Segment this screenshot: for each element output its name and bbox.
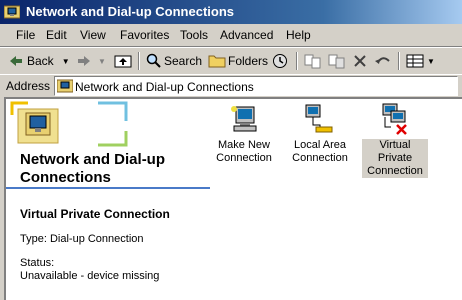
heading-divider [6, 187, 210, 189]
forward-dropdown-icon[interactable]: ▼ [98, 57, 106, 66]
menu-tools[interactable]: Tools [180, 28, 208, 42]
folder-view: Network and Dial-up Connections Virtual … [4, 97, 462, 300]
up-folder-icon [114, 55, 132, 68]
address-label: Address [6, 79, 51, 93]
menu-bar: File Edit View Favorites Tools Advanced … [0, 24, 462, 47]
forward-button[interactable]: ▼ [76, 51, 106, 71]
folder-item-local-area-connection[interactable]: Local Area Connection [288, 103, 352, 165]
menu-edit[interactable]: Edit [46, 28, 67, 42]
toolbar: Back ▼ ▼ Search Folders ▼ [0, 47, 462, 75]
folder-item-label: Virtual Private Connection [362, 139, 428, 178]
folder-heading: Network and Dial-up Connections [20, 151, 166, 186]
history-icon [273, 54, 287, 68]
address-bar: Address Network and Dial-up Connections [0, 74, 462, 97]
folder-item-virtual-private-connection[interactable]: Virtual Private Connection [362, 103, 428, 178]
title-bar[interactable]: Network and Dial-up Connections [0, 0, 462, 24]
menu-help[interactable]: Help [286, 28, 311, 42]
copy-to-icon [328, 54, 345, 69]
selected-item-name: Virtual Private Connection [20, 207, 170, 221]
undo-icon [375, 57, 390, 64]
back-button[interactable]: Back ▼ [8, 51, 70, 71]
window-title: Network and Dial-up Connections [26, 4, 235, 19]
delete-icon [354, 55, 366, 67]
delete-button[interactable] [352, 51, 368, 71]
views-dropdown-icon[interactable]: ▼ [427, 57, 435, 66]
up-folder-button[interactable] [114, 51, 132, 71]
address-field[interactable]: Network and Dial-up Connections [54, 76, 458, 96]
views-icon [406, 54, 424, 68]
folders-button[interactable]: Folders [208, 51, 268, 71]
search-button[interactable]: Search [146, 51, 202, 71]
address-value: Network and Dial-up Connections [75, 80, 254, 94]
folders-label: Folders [228, 54, 269, 68]
menu-file[interactable]: File [16, 28, 35, 42]
virtual-private-connection-icon [382, 103, 407, 135]
back-dropdown-icon[interactable]: ▼ [62, 57, 70, 66]
back-label: Back [27, 54, 54, 68]
local-area-connection-icon [305, 104, 333, 133]
network-connections-icon [57, 79, 73, 93]
menu-favorites[interactable]: Favorites [120, 28, 169, 42]
selected-item-type: Type: Dial-up Connection [20, 233, 144, 245]
network-connections-icon [4, 5, 20, 19]
folders-icon [208, 55, 226, 68]
folder-item-label: Make New Connection [216, 139, 272, 164]
status-value: Unavailable - device missing [20, 270, 160, 282]
back-arrow-icon [10, 56, 22, 66]
search-icon [146, 53, 161, 68]
menu-view[interactable]: View [80, 28, 106, 42]
folder-item-make-new-connection[interactable]: Make New Connection [212, 103, 276, 165]
move-to-button[interactable] [304, 51, 322, 71]
copy-to-button[interactable] [328, 51, 346, 71]
folder-banner-icon [10, 101, 128, 147]
forward-arrow-icon [78, 56, 90, 66]
toolbar-separator [296, 52, 298, 70]
make-new-connection-icon [231, 106, 257, 132]
views-button[interactable]: ▼ [406, 51, 435, 71]
folder-item-label: Local Area Connection [292, 139, 348, 164]
undo-button[interactable] [374, 51, 392, 71]
search-label: Search [164, 54, 203, 68]
history-button[interactable] [272, 51, 288, 71]
move-to-icon [304, 54, 321, 69]
menu-advanced[interactable]: Advanced [220, 28, 273, 42]
toolbar-separator [398, 52, 400, 70]
toolbar-separator [138, 52, 140, 70]
status-label: Status: [20, 257, 55, 269]
